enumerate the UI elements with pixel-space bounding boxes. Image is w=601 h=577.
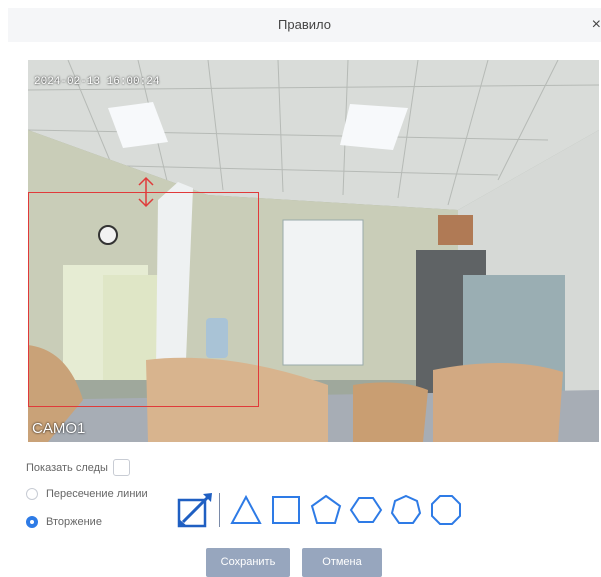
- triangle-icon[interactable]: [226, 490, 266, 530]
- intrusion-option[interactable]: Вторжение: [26, 516, 102, 528]
- intrusion-label: Вторжение: [46, 516, 102, 528]
- octagon-icon[interactable]: [426, 490, 466, 530]
- show-traces-checkbox[interactable]: [112, 459, 130, 476]
- dialog-title: Правило: [278, 17, 331, 32]
- dialog-header: Правило ×: [8, 8, 601, 42]
- save-button[interactable]: Сохранить: [206, 548, 290, 577]
- shape-toolbar: [175, 488, 466, 532]
- close-icon[interactable]: ×: [592, 8, 601, 42]
- detection-region[interactable]: [28, 192, 259, 407]
- show-traces-label: Показать следы: [26, 461, 108, 474]
- line-crossing-option[interactable]: Пересечение линии: [26, 488, 148, 500]
- show-traces-row: Показать следы: [26, 459, 130, 476]
- line-crossing-radio[interactable]: [26, 488, 38, 500]
- rule-dialog: Правило × 2024-02-13 16:00:24 CAMO1 Пока…: [0, 0, 601, 577]
- hexagon-icon[interactable]: [346, 490, 386, 530]
- square-icon[interactable]: [266, 490, 306, 530]
- video-timestamp: 2024-02-13 16:00:24: [34, 76, 160, 88]
- toolbar-divider: [219, 493, 220, 527]
- camera-label: CAMO1: [32, 420, 86, 437]
- resize-diagonal-icon[interactable]: [175, 490, 215, 530]
- line-crossing-label: Пересечение линии: [46, 488, 148, 500]
- pentagon-icon[interactable]: [306, 490, 346, 530]
- cancel-button[interactable]: Отмена: [302, 548, 382, 577]
- camera-preview[interactable]: 2024-02-13 16:00:24 CAMO1: [28, 60, 599, 442]
- intrusion-radio[interactable]: [26, 516, 38, 528]
- heptagon-icon[interactable]: [386, 490, 426, 530]
